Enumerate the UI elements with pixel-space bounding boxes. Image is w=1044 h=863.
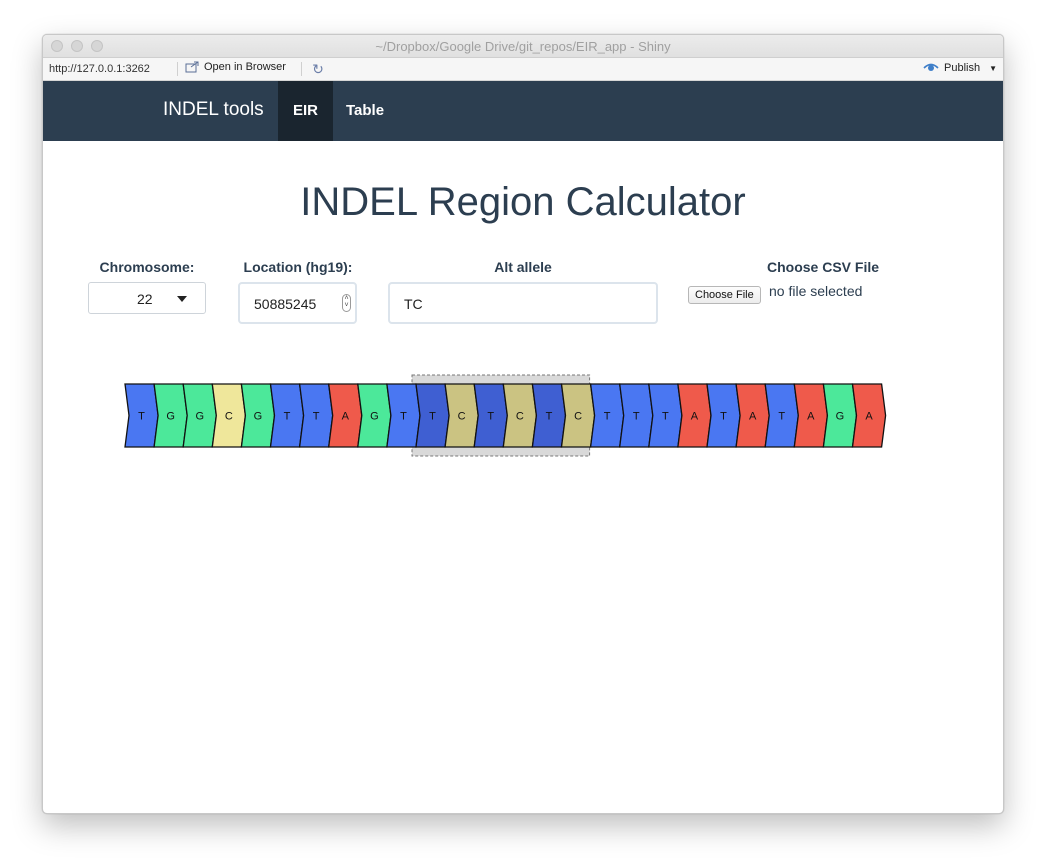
base-letter: T (604, 411, 611, 423)
base-letter: G (254, 411, 263, 423)
navbar-brand[interactable]: INDEL tools (163, 99, 264, 121)
base-letter: C (516, 411, 524, 423)
tab-table[interactable]: Table (331, 81, 399, 141)
base-letter: G (195, 411, 204, 423)
base-letter: T (778, 411, 785, 423)
open-browser-icon (185, 61, 199, 73)
navbar: INDEL tools EIR Table (43, 81, 1003, 141)
chromosome-select[interactable]: 22 (88, 282, 206, 314)
base-letter: G (370, 411, 379, 423)
base-letter: A (691, 411, 699, 423)
open-in-browser-button[interactable]: Open in Browser (185, 61, 286, 73)
base-letter: A (865, 411, 873, 423)
chevron-down-icon (177, 296, 187, 302)
base-letter: G (836, 411, 845, 423)
publish-button[interactable]: Publish ▼ (923, 62, 997, 74)
base-letter: A (749, 411, 757, 423)
alt-allele-value: TC (404, 296, 423, 312)
alt-allele-label: Alt allele (494, 259, 552, 275)
base-letter: T (138, 411, 145, 423)
refresh-icon[interactable]: ↻ (310, 61, 326, 77)
csv-file-label: Choose CSV File (766, 259, 880, 275)
app-window: ~/Dropbox/Google Drive/git_repos/EIR_app… (42, 34, 1004, 814)
base-letter: T (546, 411, 553, 423)
tab-eir[interactable]: EIR (278, 81, 334, 141)
window-title: ~/Dropbox/Google Drive/git_repos/EIR_app… (375, 39, 671, 54)
base-letter: T (662, 411, 669, 423)
publish-icon (923, 63, 939, 71)
base-letter: T (720, 411, 727, 423)
base-letter: G (166, 411, 175, 423)
base-letter: C (458, 411, 466, 423)
file-status-text: no file selected (769, 283, 863, 299)
viewer-toolbar: http://127.0.0.1:3262 Open in Browser ↻ … (43, 58, 1003, 81)
base-letter: T (313, 411, 320, 423)
base-letter: A (807, 411, 815, 423)
chromosome-value: 22 (137, 291, 153, 307)
base-letter: T (487, 411, 494, 423)
publish-label: Publish (944, 62, 981, 74)
url-text: http://127.0.0.1:3262 (49, 63, 150, 75)
location-input[interactable]: 50885245 ˄ ˅ (238, 282, 357, 324)
sequence-visualization: TGGCGTTAGTTCTCTCTTTATATAGA (124, 374, 887, 457)
location-label: Location (hg19): (243, 259, 353, 275)
open-in-browser-label: Open in Browser (204, 61, 286, 73)
alt-allele-input[interactable]: TC (388, 282, 658, 324)
base-letter: T (284, 411, 291, 423)
choose-file-button[interactable]: Choose File (688, 286, 761, 304)
page-title: INDEL Region Calculator (300, 180, 746, 224)
base-letter: A (342, 411, 350, 423)
toolbar-divider (177, 62, 178, 76)
base-letter: T (633, 411, 640, 423)
number-stepper-icon[interactable]: ˄ ˅ (342, 294, 351, 312)
base-letter: C (225, 411, 233, 423)
base-letter: C (574, 411, 582, 423)
chromosome-label: Chromosome: (99, 259, 195, 275)
toolbar-divider (301, 62, 302, 76)
title-bar: ~/Dropbox/Google Drive/git_repos/EIR_app… (43, 35, 1003, 58)
base-letter: T (400, 411, 407, 423)
base-letter: T (429, 411, 436, 423)
location-value: 50885245 (254, 296, 317, 312)
chevron-down-icon[interactable]: ▼ (989, 64, 997, 73)
